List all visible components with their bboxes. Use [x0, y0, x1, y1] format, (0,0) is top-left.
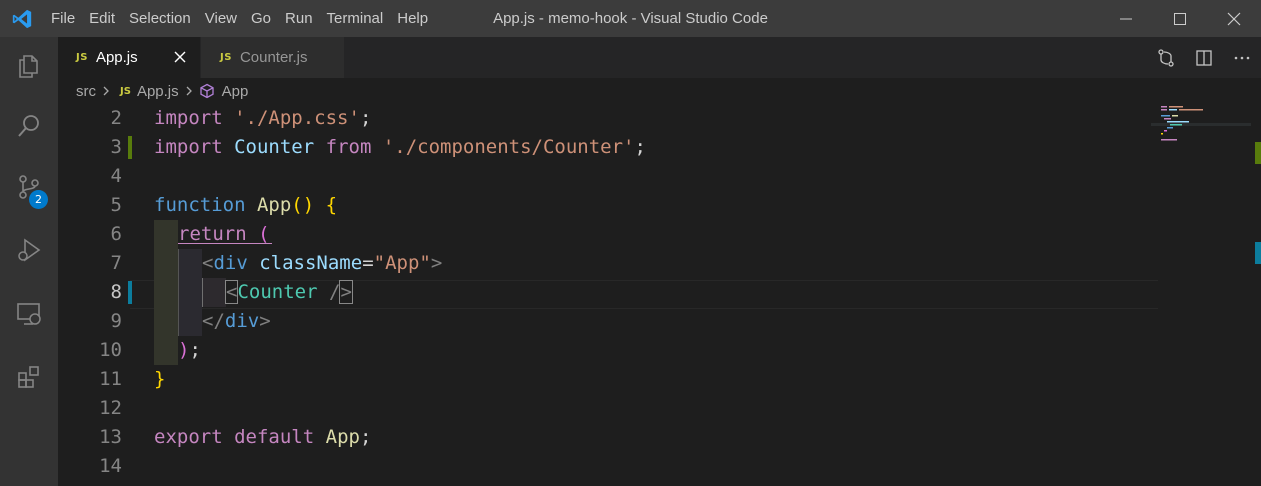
line-number: 6 [110, 223, 122, 245]
line-number-gutter: 2 3 4 5 6 7 8 9 10 11 12 13 14 [58, 104, 148, 486]
menu-help[interactable]: Help [390, 0, 435, 37]
remote-explorer-icon [17, 303, 41, 325]
search-icon [18, 115, 39, 137]
breadcrumb-symbol[interactable]: App [222, 83, 249, 100]
line-number: 11 [99, 368, 122, 390]
close-icon [1227, 12, 1241, 25]
line-number: 14 [99, 455, 122, 477]
menu-edit[interactable]: Edit [82, 0, 122, 37]
chevron-right-icon [103, 86, 109, 96]
line-number: 10 [99, 339, 122, 361]
line-number: 7 [110, 252, 122, 274]
close-window-button[interactable] [1207, 0, 1261, 37]
code-editor[interactable]: 2 3 4 5 6 7 8 9 10 11 12 13 14 import '.… [58, 104, 1261, 486]
code-line-2: import './App.css'; [154, 107, 372, 129]
extensions-icon [18, 366, 39, 388]
symbol-method-icon [199, 83, 214, 99]
ellipsis-icon [1234, 56, 1250, 59]
js-file-icon: JS [220, 52, 232, 63]
line-number: 2 [110, 107, 122, 129]
menu-selection[interactable]: Selection [122, 0, 198, 37]
source-control-badge: 2 [29, 190, 48, 209]
line-number: 13 [99, 426, 122, 448]
line-number: 3 [110, 136, 122, 158]
vertical-scrollbar[interactable] [1255, 104, 1261, 486]
menu-file[interactable]: File [44, 0, 82, 37]
code-line-7: <div className="App"> [202, 252, 443, 274]
activity-explorer[interactable] [0, 37, 58, 95]
breadcrumb: src JS App.js App [58, 78, 1261, 104]
menu-run[interactable]: Run [278, 0, 320, 37]
maximize-icon [1174, 12, 1186, 25]
menu-go[interactable]: Go [244, 0, 278, 37]
minimap[interactable] [1151, 104, 1251, 486]
tab-counter-js[interactable]: JS Counter.js [201, 37, 344, 78]
close-icon[interactable] [172, 49, 188, 65]
editor-actions [1147, 37, 1261, 78]
run-debug-icon [18, 238, 41, 262]
title-bar: File Edit Selection View Go Run Terminal… [0, 0, 1261, 37]
code-line-6: return ( [178, 223, 270, 245]
js-file-icon: JS [120, 85, 131, 97]
line-number: 9 [110, 310, 122, 332]
maximize-button[interactable] [1153, 0, 1207, 37]
line-number: 4 [110, 165, 122, 187]
code-line-10: ); [178, 339, 201, 361]
minimize-button[interactable] [1099, 0, 1153, 37]
git-modified-marker [128, 281, 132, 304]
code-line-13: export default App; [154, 426, 372, 448]
split-editor-icon [1196, 49, 1212, 66]
tab-bar: JS App.js JS Counter.js [58, 37, 1261, 78]
tab-label: App.js [95, 49, 138, 66]
chevron-right-icon [186, 86, 192, 96]
js-file-icon: JS [76, 52, 88, 63]
compare-changes-icon [1158, 48, 1174, 67]
code-line-9: </div> [202, 310, 271, 332]
activity-remote-explorer[interactable] [0, 285, 58, 343]
more-actions-button[interactable] [1223, 37, 1261, 78]
line-number: 12 [99, 397, 122, 419]
activity-extensions[interactable] [0, 348, 58, 406]
vscode-logo-icon [0, 0, 44, 37]
tab-app-js[interactable]: JS App.js [58, 37, 200, 78]
menu-terminal[interactable]: Terminal [320, 0, 391, 37]
open-changes-button[interactable] [1147, 37, 1185, 78]
window-controls [1099, 0, 1261, 37]
breadcrumb-file[interactable]: App.js [137, 83, 179, 100]
git-added-marker [128, 136, 132, 159]
split-editor-button[interactable] [1185, 37, 1223, 78]
line-number: 8 [110, 281, 122, 303]
code-line-5: function App() { [154, 194, 338, 216]
tab-label: Counter.js [239, 49, 308, 66]
explorer-icon [19, 55, 38, 78]
breadcrumb-folder[interactable]: src [76, 83, 96, 100]
activity-run-debug[interactable] [0, 221, 58, 279]
code-line-11: } [154, 368, 166, 390]
code-area: import './App.css'; import Counter from … [154, 104, 1154, 486]
menu-bar: File Edit Selection View Go Run Terminal… [44, 0, 435, 37]
activity-bar: 2 [0, 37, 58, 486]
code-line-8: <Counter /> [224, 280, 353, 304]
activity-source-control[interactable] [0, 158, 58, 216]
minimize-icon [1120, 18, 1132, 19]
menu-view[interactable]: View [198, 0, 244, 37]
code-line-3: import Counter from './components/Counte… [154, 136, 646, 158]
activity-search[interactable] [0, 97, 58, 155]
line-number: 5 [110, 194, 122, 216]
